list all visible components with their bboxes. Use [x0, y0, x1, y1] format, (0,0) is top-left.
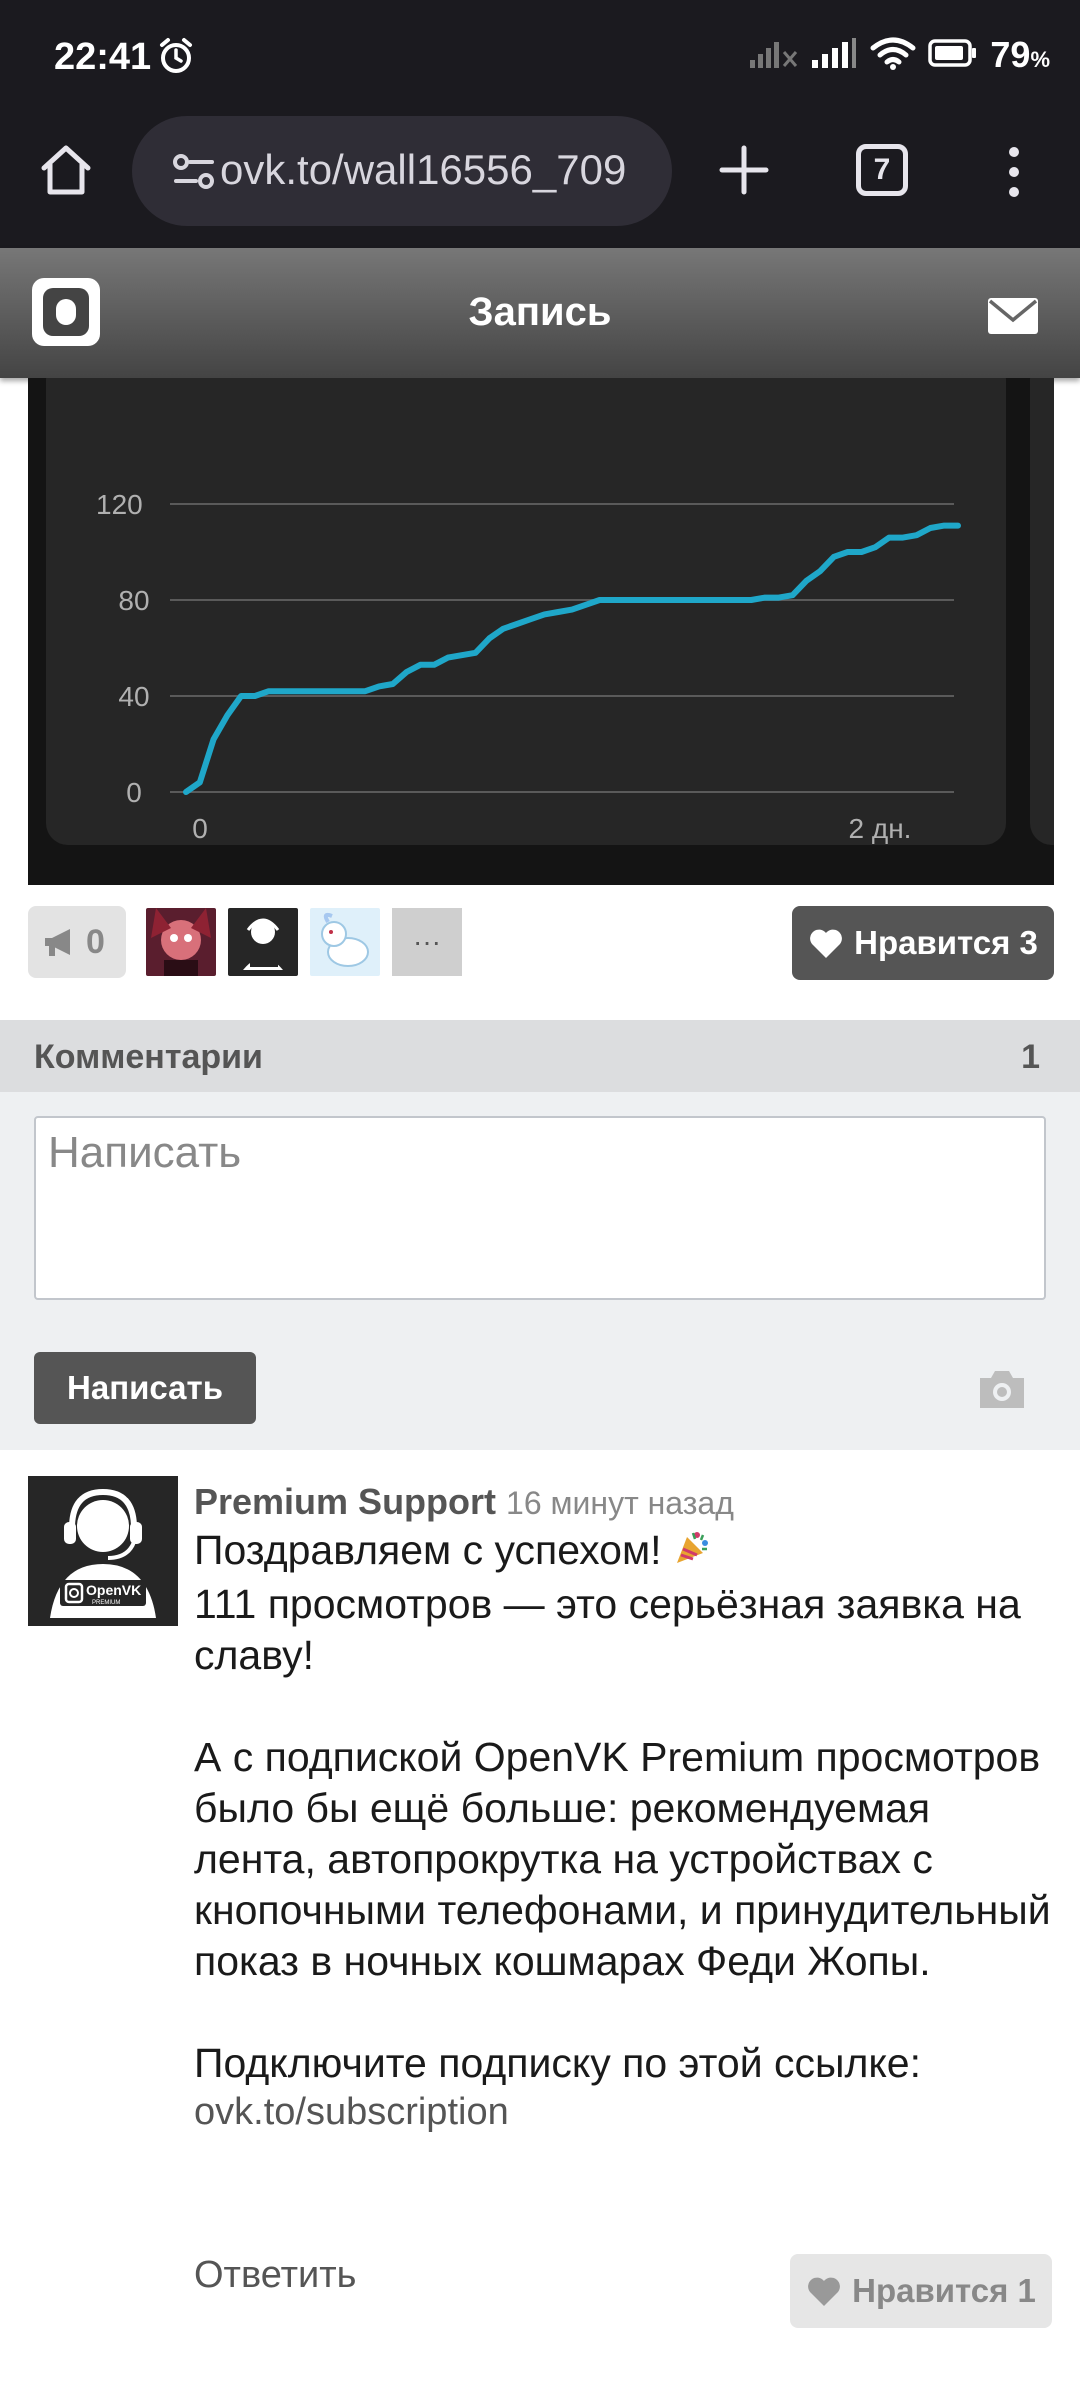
comment-submit-button[interactable]: Написать [34, 1352, 256, 1424]
megaphone-icon [45, 929, 70, 956]
status-time: 22:41 [54, 36, 152, 78]
liker-avatar-1[interactable] [146, 908, 216, 976]
site-settings-icon[interactable] [172, 152, 216, 197]
comment-text: Поздравляем с успехом! 111 просмотров — … [194, 1525, 1054, 2089]
comment-time[interactable]: 16 минут назад [506, 1485, 734, 1521]
status-bar: 22:41 79% [0, 0, 1080, 110]
comment-body: Premium Support 16 минут назад Поздравля… [194, 1480, 1054, 2134]
subscription-link[interactable]: ovk.to/subscription [194, 2091, 1054, 2134]
comments-title: Комментарии [34, 1038, 263, 1076]
heart-icon [808, 2277, 841, 2306]
new-tab-button[interactable] [714, 140, 774, 205]
chart-card-next [1030, 378, 1054, 845]
home-button[interactable] [36, 140, 96, 200]
chart-y-tick-label: 40 [118, 681, 149, 712]
chart-y-tick-label: 80 [118, 585, 149, 616]
chart-y-tick-label: 120 [96, 489, 143, 520]
comment-form: Написать [0, 1092, 1080, 1450]
avatar-brand-text: OpenVK [86, 1582, 141, 1598]
comment-text-line1: Поздравляем с успехом! [194, 1527, 662, 1573]
liker-avatar-3[interactable] [310, 908, 380, 976]
post-actions: 0 ··· Нравится 3 [28, 906, 1054, 980]
comments-count: 1 [1021, 1038, 1040, 1076]
heart-icon [810, 929, 843, 958]
party-popper-icon [673, 1528, 711, 1579]
wifi-icon [870, 36, 916, 75]
camera-icon[interactable] [976, 1368, 1028, 1415]
app-header: Запись [0, 248, 1080, 378]
more-menu-button[interactable] [1000, 144, 1028, 205]
battery-percent-value: 79 [990, 34, 1031, 75]
reply-link[interactable]: Ответить [194, 2254, 356, 2297]
url-text[interactable]: ovk.to/wall16556_709 [220, 146, 660, 194]
more-likers-button[interactable]: ··· [392, 908, 462, 976]
comment-like-button[interactable]: Нравится 1 [790, 2254, 1052, 2328]
comment-author-avatar[interactable]: OpenVK PREMIUM [28, 1476, 178, 1626]
repost-button[interactable]: 0 [28, 906, 126, 978]
comment-author[interactable]: Premium Support [194, 1481, 496, 1522]
comment-like-label: Нравится 1 [852, 2272, 1036, 2309]
mail-icon[interactable] [986, 296, 1040, 341]
alarm-icon [156, 36, 196, 81]
battery-icon [928, 38, 978, 73]
battery-percent: 79% [990, 34, 1050, 76]
comment-text-body: 111 просмотров — это серьёзная заявка на… [194, 1580, 1051, 2086]
signal-weak-icon [748, 38, 798, 73]
status-indicators: 79% [748, 34, 1050, 76]
chart-x-tick-label: 2 дн. [849, 813, 912, 844]
page-title: Запись [468, 290, 612, 334]
address-bar[interactable]: ovk.to/wall16556_709 [132, 116, 672, 226]
battery-unit: % [1030, 47, 1050, 72]
repost-count: 0 [86, 922, 105, 961]
more-vertical-icon [1009, 147, 1019, 197]
chart-x-tick-label: 0 [192, 813, 208, 844]
browser-toolbar: ovk.to/wall16556_709 7 [0, 110, 1080, 248]
chart-card: 0 40 80 120 0 2 дн. [46, 378, 1006, 845]
chart-series-line [183, 522, 961, 795]
liker-avatar-2[interactable] [228, 908, 298, 976]
likers-avatars: ··· [146, 908, 462, 976]
comment: OpenVK PREMIUM Premium Support 16 минут … [0, 1450, 1080, 2350]
plus-icon [719, 145, 769, 195]
comment-meta: Premium Support 16 минут назад [194, 1480, 1054, 1525]
signal-icon [810, 37, 858, 73]
comments-header: Комментарии 1 [0, 1020, 1080, 1092]
home-icon [41, 145, 91, 195]
like-label: Нравится 3 [854, 924, 1038, 961]
chart-y-tick-label: 0 [126, 777, 142, 808]
comment-input[interactable] [34, 1116, 1046, 1300]
post-statistics-chart: 0 40 80 120 0 2 дн. [28, 378, 1054, 885]
views-line-chart: 0 40 80 120 0 2 дн. [96, 489, 961, 844]
like-button[interactable]: Нравится 3 [792, 906, 1054, 980]
tab-switcher-button[interactable]: 7 [856, 144, 908, 196]
avatar-sub-text: PREMIUM [92, 1600, 120, 1606]
